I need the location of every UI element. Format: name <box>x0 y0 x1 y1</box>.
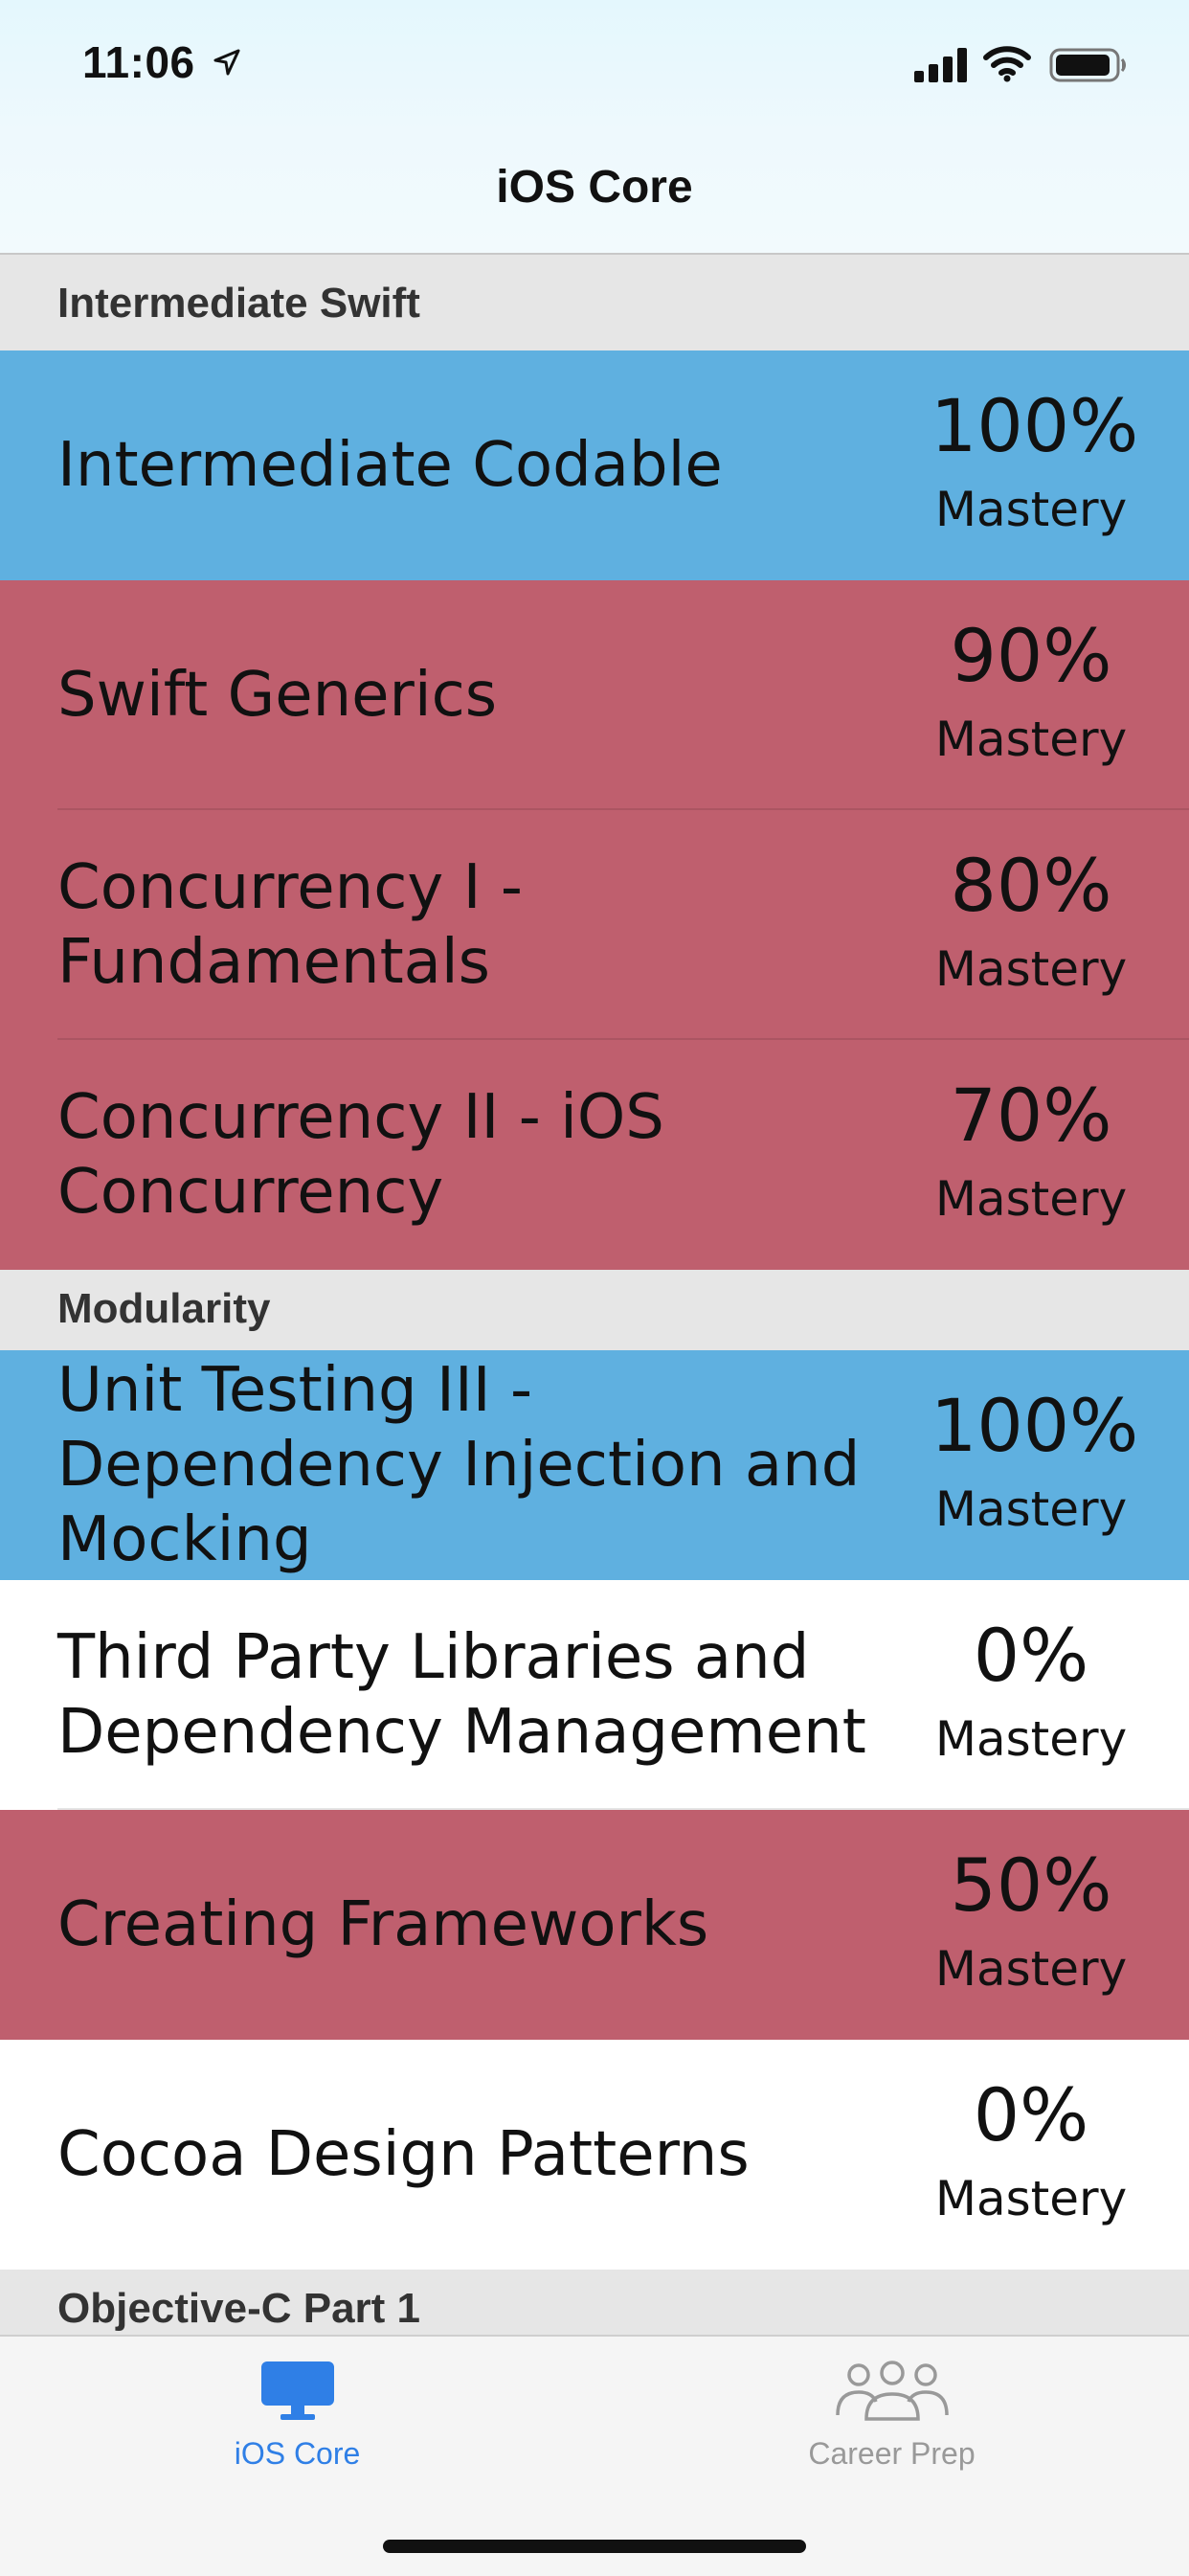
list-item[interactable]: Unit Testing III - Dependency Injection … <box>0 1350 1189 1580</box>
list-item-title: Concurrency I - Fundamentals <box>57 852 523 998</box>
wifi-icon <box>983 46 1031 82</box>
people-icon <box>835 2361 949 2421</box>
mastery-label: Mastery <box>934 1171 1128 1227</box>
section-header: Intermediate Swift <box>0 255 1189 350</box>
mastery-label: Mastery <box>934 941 1128 997</box>
cellular-signal-icon <box>914 48 967 82</box>
mastery-label: Mastery <box>934 1941 1128 1997</box>
section-header-label: Intermediate Swift <box>57 280 420 327</box>
list-item-title: Creating Frameworks <box>57 1889 709 1960</box>
mastery-label: Mastery <box>934 1481 1128 1537</box>
list-item-title: Third Party Libraries and Dependency Man… <box>57 1622 866 1768</box>
section-header-label: Objective-C Part 1 <box>57 2285 421 2332</box>
list-item-title: Intermediate Codable <box>57 430 723 501</box>
section-header: Modularity <box>0 1270 1189 1350</box>
status-bar: 11:06 <box>0 0 1189 134</box>
list-item[interactable]: Swift Generics 90% Mastery <box>0 580 1189 810</box>
mastery-label: Mastery <box>934 482 1128 537</box>
home-indicator[interactable] <box>383 2540 806 2553</box>
list-item-title: Concurrency II - iOS Concurrency <box>57 1082 664 1228</box>
page-title: iOS Core <box>496 162 693 213</box>
list-item[interactable]: Cocoa Design Patterns 0% Mastery <box>0 2040 1189 2270</box>
tab-career-prep[interactable]: Career Prep <box>594 2337 1189 2490</box>
mastery-label: Mastery <box>934 1711 1128 1767</box>
location-arrow-icon <box>213 49 240 76</box>
mastery-score: 0% <box>973 1613 1089 1698</box>
list-item-title: Unit Testing III - Dependency Injection … <box>57 1355 861 1575</box>
section-header-label: Modularity <box>57 1285 271 1332</box>
mastery-label: Mastery <box>934 712 1128 767</box>
monitor-icon <box>260 2361 334 2420</box>
list-item[interactable]: Concurrency II - iOS Concurrency 70% Mas… <box>0 1040 1189 1270</box>
section-header: Objective-C Part 1 <box>0 2270 1189 2335</box>
list-item[interactable]: Creating Frameworks 50% Mastery <box>0 1810 1189 2040</box>
tab-label: iOS Core <box>234 2436 361 2471</box>
mastery-score: 50% <box>950 1842 1112 1928</box>
mastery-score: 0% <box>973 2072 1089 2158</box>
sprint-list[interactable]: Intermediate Swift Intermediate Codable … <box>0 255 1189 2335</box>
tab-label: Career Prep <box>808 2436 976 2471</box>
status-time: 11:06 <box>82 37 195 87</box>
mastery-score: 90% <box>950 613 1112 698</box>
mastery-score: 70% <box>950 1073 1112 1158</box>
mastery-label: Mastery <box>934 2171 1128 2226</box>
list-item-title: Cocoa Design Patterns <box>57 2119 750 2190</box>
mastery-score: 100% <box>931 383 1139 468</box>
list-item-title: Swift Generics <box>57 660 498 731</box>
list-item[interactable]: Intermediate Codable 100% Mastery <box>0 350 1189 580</box>
battery-icon <box>1049 48 1126 82</box>
mastery-score: 80% <box>950 843 1112 928</box>
mastery-score: 100% <box>931 1383 1139 1468</box>
list-item[interactable]: Concurrency I - Fundamentals 80% Mastery <box>0 810 1189 1040</box>
navigation-bar: iOS Core <box>0 134 1189 255</box>
tab-ios-core[interactable]: iOS Core <box>0 2337 594 2490</box>
list-item[interactable]: Third Party Libraries and Dependency Man… <box>0 1580 1189 1810</box>
